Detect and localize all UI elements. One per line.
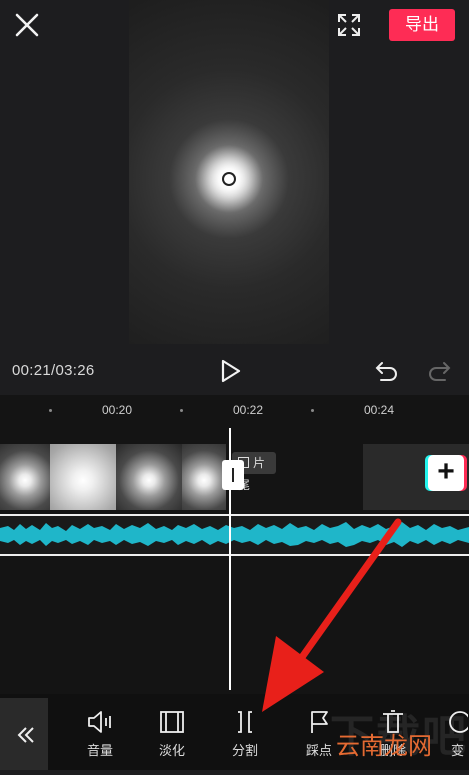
annotation-arrow: [262, 518, 402, 712]
